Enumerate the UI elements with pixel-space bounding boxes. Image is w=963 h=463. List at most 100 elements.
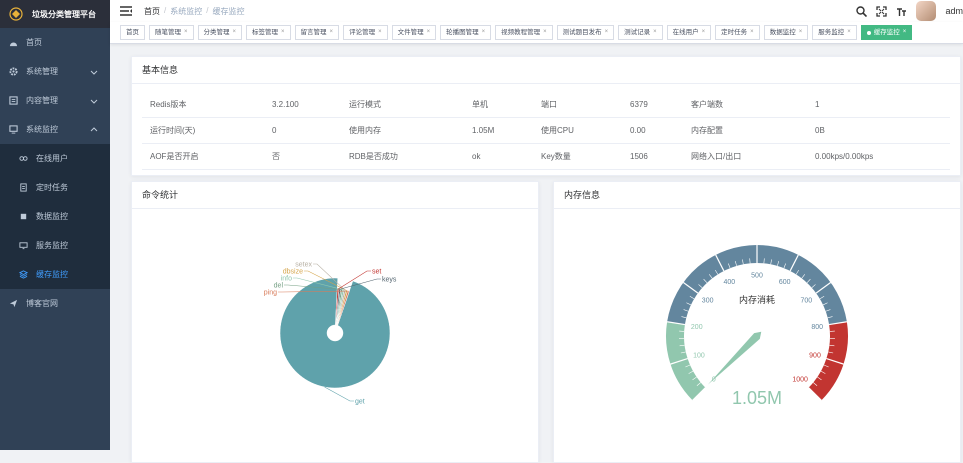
close-icon[interactable]: × bbox=[750, 26, 754, 39]
tag-1[interactable]: 随笔管理× bbox=[149, 25, 194, 40]
command-stats-pie-chart: getpingdbsizeinfosetexdelsetkeys bbox=[132, 209, 538, 459]
command-stats-card: 命令统计 getpingdbsizeinfosetexdelsetkeys bbox=[131, 181, 539, 463]
tag-label: 轮播图管理 bbox=[446, 26, 479, 39]
font-size-icon[interactable] bbox=[896, 6, 907, 17]
breadcrumb-current: 缓存监控 bbox=[212, 6, 244, 17]
gauge-tick-label: 600 bbox=[779, 279, 791, 286]
active-dot-icon bbox=[867, 31, 871, 35]
tag-7[interactable]: 轮播图管理× bbox=[440, 25, 491, 40]
tag-2[interactable]: 分类管理× bbox=[198, 25, 243, 40]
tag-10[interactable]: 测试记录× bbox=[618, 25, 663, 40]
pie-label-setex: setex bbox=[295, 262, 312, 269]
breadcrumb: 首页 / 系统监控 / 缓存监控 bbox=[144, 6, 244, 17]
basic-info-card: 基本信息 Redis版本3.2.100运行模式单机端口6379客户端数1运行时间… bbox=[131, 56, 961, 176]
search-icon[interactable] bbox=[856, 6, 867, 17]
basic-info-title: 基本信息 bbox=[132, 57, 960, 84]
info-value: 0B bbox=[807, 118, 950, 144]
table-row: 运行时间(天)0使用内存1.05M使用CPU0.00内存配置0B bbox=[142, 118, 950, 144]
avatar[interactable] bbox=[916, 1, 936, 21]
sidebar-item-label: 系统监控 bbox=[26, 124, 58, 135]
close-icon[interactable]: × bbox=[482, 26, 486, 39]
close-icon[interactable]: × bbox=[427, 26, 431, 39]
info-label: AOF是否开启 bbox=[142, 144, 264, 170]
info-value: 1 bbox=[807, 92, 950, 118]
info-value: 3.2.100 bbox=[264, 92, 341, 118]
close-icon[interactable]: × bbox=[330, 26, 334, 39]
sidebar-item-monitor[interactable]: 系统监控 bbox=[0, 115, 110, 144]
close-icon[interactable]: × bbox=[543, 26, 547, 39]
tag-label: 标签管理 bbox=[252, 26, 278, 39]
logo-icon bbox=[8, 6, 24, 22]
tag-4[interactable]: 留言管理× bbox=[295, 25, 340, 40]
memory-gauge-chart: 01002003004005006007008009001000内存消耗1.05… bbox=[554, 209, 960, 459]
app-title: 垃圾分类管理平台 bbox=[32, 9, 96, 20]
tag-label: 文件管理 bbox=[398, 26, 424, 39]
sidebar-item-label: 系统管理 bbox=[26, 66, 58, 77]
table-row: Redis版本3.2.100运行模式单机端口6379客户端数1 bbox=[142, 92, 950, 118]
tag-3[interactable]: 标签管理× bbox=[246, 25, 291, 40]
sidebar-item-home[interactable]: 首页 bbox=[0, 28, 110, 57]
tag-0[interactable]: 首页 bbox=[120, 25, 145, 40]
info-value: 0.00kps/0.00kps bbox=[807, 144, 950, 170]
close-icon[interactable]: × bbox=[799, 26, 803, 39]
tag-12[interactable]: 定时任务× bbox=[715, 25, 760, 40]
tag-8[interactable]: 视频教程管理× bbox=[495, 25, 553, 40]
breadcrumb-home[interactable]: 首页 bbox=[144, 6, 160, 17]
fullscreen-icon[interactable] bbox=[876, 6, 887, 17]
tag-9[interactable]: 测试题目发布× bbox=[557, 25, 615, 40]
command-stats-title: 命令统计 bbox=[132, 182, 538, 209]
chevron-down-icon bbox=[90, 68, 98, 76]
tag-label: 在线用户 bbox=[673, 26, 699, 39]
sidebar-item-label: 服务监控 bbox=[36, 240, 68, 251]
gauge-tick-label: 500 bbox=[751, 273, 763, 280]
breadcrumb-parent: 系统监控 bbox=[170, 6, 202, 17]
tag-6[interactable]: 文件管理× bbox=[392, 25, 437, 40]
gauge-tick-label: 900 bbox=[809, 352, 821, 359]
info-value: 1.05M bbox=[464, 118, 533, 144]
tag-15[interactable]: 缓存监控× bbox=[861, 25, 913, 40]
close-icon[interactable]: × bbox=[653, 26, 657, 39]
pie-label-dbsize: dbsize bbox=[283, 269, 303, 276]
close-icon[interactable]: × bbox=[847, 26, 851, 39]
sidebar-item-blog[interactable]: 博客官网 bbox=[0, 289, 110, 318]
sidebar-item-server-monitor[interactable]: 服务监控 bbox=[0, 231, 110, 260]
close-icon[interactable]: × bbox=[605, 26, 609, 39]
close-icon[interactable]: × bbox=[184, 26, 188, 39]
info-label: 运行模式 bbox=[341, 92, 464, 118]
sidebar-item-content[interactable]: 内容管理 bbox=[0, 86, 110, 115]
hamburger-icon[interactable] bbox=[120, 6, 132, 16]
tag-5[interactable]: 评论管理× bbox=[343, 25, 388, 40]
redis-icon bbox=[18, 270, 28, 280]
sidebar-item-system[interactable]: 系统管理 bbox=[0, 57, 110, 86]
monitor-icon bbox=[8, 125, 18, 135]
sidebar-item-online-users[interactable]: 在线用户 bbox=[0, 144, 110, 173]
pie-slice-get[interactable] bbox=[280, 278, 390, 388]
close-icon[interactable]: × bbox=[378, 26, 382, 39]
username[interactable]: adm bbox=[945, 6, 963, 16]
sidebar-item-data-monitor[interactable]: 数据监控 bbox=[0, 202, 110, 231]
logo-area[interactable]: 垃圾分类管理平台 bbox=[0, 0, 110, 28]
gauge-tick-label: 300 bbox=[702, 298, 714, 305]
info-label: 客户端数 bbox=[683, 92, 807, 118]
tag-14[interactable]: 服务监控× bbox=[812, 25, 857, 40]
sidebar-item-cache-monitor[interactable]: 缓存监控 bbox=[0, 260, 110, 289]
close-icon[interactable]: × bbox=[281, 26, 285, 39]
info-value: 0 bbox=[264, 118, 341, 144]
close-icon[interactable]: × bbox=[903, 26, 907, 39]
navbar-right: adm bbox=[856, 0, 963, 22]
sidebar-item-label: 博客官网 bbox=[26, 298, 58, 309]
tag-label: 测试题目发布 bbox=[563, 26, 602, 39]
tag-13[interactable]: 数据监控× bbox=[764, 25, 809, 40]
info-value: 否 bbox=[264, 144, 341, 170]
basic-info-table: Redis版本3.2.100运行模式单机端口6379客户端数1运行时间(天)0使… bbox=[142, 92, 950, 170]
tag-11[interactable]: 在线用户× bbox=[667, 25, 712, 40]
gauge-tick-label: 700 bbox=[801, 298, 813, 305]
close-icon[interactable]: × bbox=[702, 26, 706, 39]
send-icon bbox=[8, 299, 18, 309]
info-value: 单机 bbox=[464, 92, 533, 118]
close-icon[interactable]: × bbox=[233, 26, 237, 39]
gauge-tick-label: 1000 bbox=[792, 377, 808, 384]
sidebar-item-jobs[interactable]: 定时任务 bbox=[0, 173, 110, 202]
info-label: 内存配置 bbox=[683, 118, 807, 144]
gauge-tick-label: 200 bbox=[691, 324, 703, 331]
